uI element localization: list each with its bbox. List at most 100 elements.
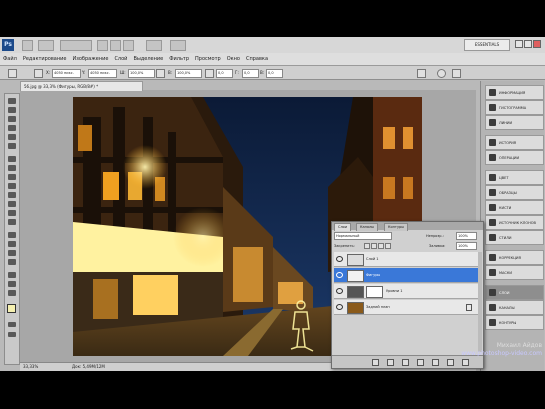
marquee-tool-icon[interactable] [8, 107, 16, 113]
dock-masks[interactable]: МАСКИ [485, 265, 544, 280]
angle-field[interactable]: 0,0 [216, 69, 233, 78]
layer-row-levels[interactable]: Уровни 1 [334, 284, 478, 299]
minimize-icon[interactable] [515, 40, 523, 48]
vertical-skew-field[interactable]: 0,0 [266, 69, 283, 78]
gradient-tool-icon[interactable] [8, 201, 16, 207]
menu-image[interactable]: Изображение [69, 56, 111, 62]
y-position-field[interactable]: 4050 пикс. [88, 69, 117, 78]
layer-row-shapes[interactable]: Фигуры [334, 268, 478, 283]
lock-all-icon[interactable] [385, 243, 391, 249]
x-position-field[interactable]: 4050 пикс. [52, 69, 81, 78]
layer-row-background[interactable]: Задний план [334, 300, 478, 315]
dock-adjustments[interactable]: КОРРЕКЦИЯ [485, 250, 544, 265]
blend-mode-select[interactable]: Нормальный [334, 232, 392, 240]
cancel-transform-icon[interactable] [437, 69, 446, 78]
width-field[interactable]: 100,0% [128, 69, 155, 78]
dock-paths[interactable]: КОНТУРЫ [485, 315, 544, 330]
brush-tool-icon[interactable] [8, 165, 16, 171]
blur-tool-icon[interactable] [8, 210, 16, 216]
menu-window[interactable]: Окно [224, 56, 243, 62]
dock-layers[interactable]: СЛОИ [485, 285, 544, 300]
lock-position-icon[interactable] [378, 243, 384, 249]
arrange-documents-button[interactable] [146, 40, 162, 51]
dock-info[interactable]: ИНФОРМАЦИЯ [485, 85, 544, 100]
clone-stamp-tool-icon[interactable] [8, 174, 16, 180]
dock-history[interactable]: ИСТОРИЯ [485, 135, 544, 150]
new-group-icon[interactable] [432, 359, 439, 366]
dock-swatches[interactable]: ОБРАЗЦЫ [485, 185, 544, 200]
rotate-view-button[interactable] [123, 40, 134, 51]
menu-edit[interactable]: Редактирование [20, 56, 70, 62]
move-tool-icon[interactable] [8, 98, 16, 104]
foreground-color-swatch[interactable] [7, 304, 16, 313]
warp-mode-icon[interactable] [417, 69, 426, 78]
zoom-tool-icon[interactable] [8, 290, 16, 296]
maximize-icon[interactable] [524, 40, 532, 48]
commit-transform-icon[interactable] [452, 69, 461, 78]
lock-pixels-icon[interactable] [371, 243, 377, 249]
workspace-switcher[interactable]: ESSENTIALS [464, 39, 510, 51]
eye-icon[interactable] [336, 288, 343, 294]
type-tool-icon[interactable] [8, 241, 16, 247]
link-icon[interactable] [156, 69, 165, 78]
delete-layer-icon[interactable] [462, 359, 469, 366]
menu-layer[interactable]: Слой [111, 56, 130, 62]
zoom-readout[interactable]: 33,33% [23, 363, 38, 371]
history-brush-tool-icon[interactable] [8, 183, 16, 189]
shape-tool-icon[interactable] [8, 259, 16, 265]
path-selection-tool-icon[interactable] [8, 250, 16, 256]
menu-view[interactable]: Просмотр [192, 56, 224, 62]
dock-clone-source[interactable]: ИСТОЧНИК КЛОНОВ [485, 215, 544, 230]
launch-bridge-button[interactable] [22, 40, 33, 51]
new-layer-icon[interactable] [447, 359, 454, 366]
tab-layers[interactable]: Слои [334, 223, 352, 231]
lasso-tool-icon[interactable] [8, 116, 16, 122]
eyedropper-tool-icon[interactable] [8, 143, 16, 149]
pen-tool-icon[interactable] [8, 232, 16, 238]
hand-tool-icon[interactable] [8, 281, 16, 287]
tab-paths[interactable]: Контуры [384, 223, 409, 231]
menu-file[interactable]: Файл [0, 56, 20, 62]
layers-scrollbar[interactable] [478, 252, 482, 352]
eye-icon[interactable] [336, 304, 343, 310]
healing-brush-tool-icon[interactable] [8, 156, 16, 162]
fill-field[interactable]: 100% [456, 242, 477, 250]
lock-transparency-icon[interactable] [364, 243, 370, 249]
dock-brushes[interactable]: КИСТИ [485, 200, 544, 215]
dock-lines[interactable]: ЛИНИИ [485, 115, 544, 130]
link-layers-icon[interactable] [372, 359, 379, 366]
dock-histogram[interactable]: ГИСТОГРАММА [485, 100, 544, 115]
close-icon[interactable] [533, 40, 541, 48]
quick-select-tool-icon[interactable] [8, 125, 16, 131]
3d-rotate-tool-icon[interactable] [8, 272, 16, 278]
hand-tool-button[interactable] [97, 40, 108, 51]
eye-icon[interactable] [336, 272, 343, 278]
screen-mode-icon[interactable] [8, 332, 16, 337]
reference-point-icon[interactable] [34, 69, 43, 78]
rotate-icon[interactable] [205, 69, 214, 78]
tool-preset-icon[interactable] [8, 69, 17, 78]
opacity-field[interactable]: 100% [456, 232, 477, 240]
screen-mode-button[interactable] [170, 40, 186, 51]
document-tab[interactable]: 56.jpg @ 33,3% (Фигуры, RGB/8#) * [20, 81, 143, 91]
dodge-tool-icon[interactable] [8, 219, 16, 225]
new-adjustment-icon[interactable] [417, 359, 424, 366]
tab-channels[interactable]: Каналы [356, 223, 379, 231]
eraser-tool-icon[interactable] [8, 192, 16, 198]
horizontal-skew-field[interactable]: 0,0 [242, 69, 259, 78]
menu-select[interactable]: Выделение [130, 56, 166, 62]
layer-row-slide-1[interactable]: Слой 1 [334, 252, 478, 267]
menu-filter[interactable]: Фильтр [166, 56, 192, 62]
quick-mask-icon[interactable] [8, 322, 16, 327]
zoom-tool-button[interactable] [110, 40, 121, 51]
crop-tool-icon[interactable] [8, 134, 16, 140]
dock-channels[interactable]: КАНАЛЫ [485, 300, 544, 315]
view-extras-button[interactable] [38, 40, 54, 51]
height-field[interactable]: 100,0% [175, 69, 202, 78]
eye-icon[interactable] [336, 256, 343, 262]
layer-style-icon[interactable] [387, 359, 394, 366]
dock-color[interactable]: ЦВЕТ [485, 170, 544, 185]
dock-styles[interactable]: СТИЛИ [485, 230, 544, 245]
zoom-level-dropdown[interactable] [60, 40, 92, 51]
add-mask-icon[interactable] [402, 359, 409, 366]
